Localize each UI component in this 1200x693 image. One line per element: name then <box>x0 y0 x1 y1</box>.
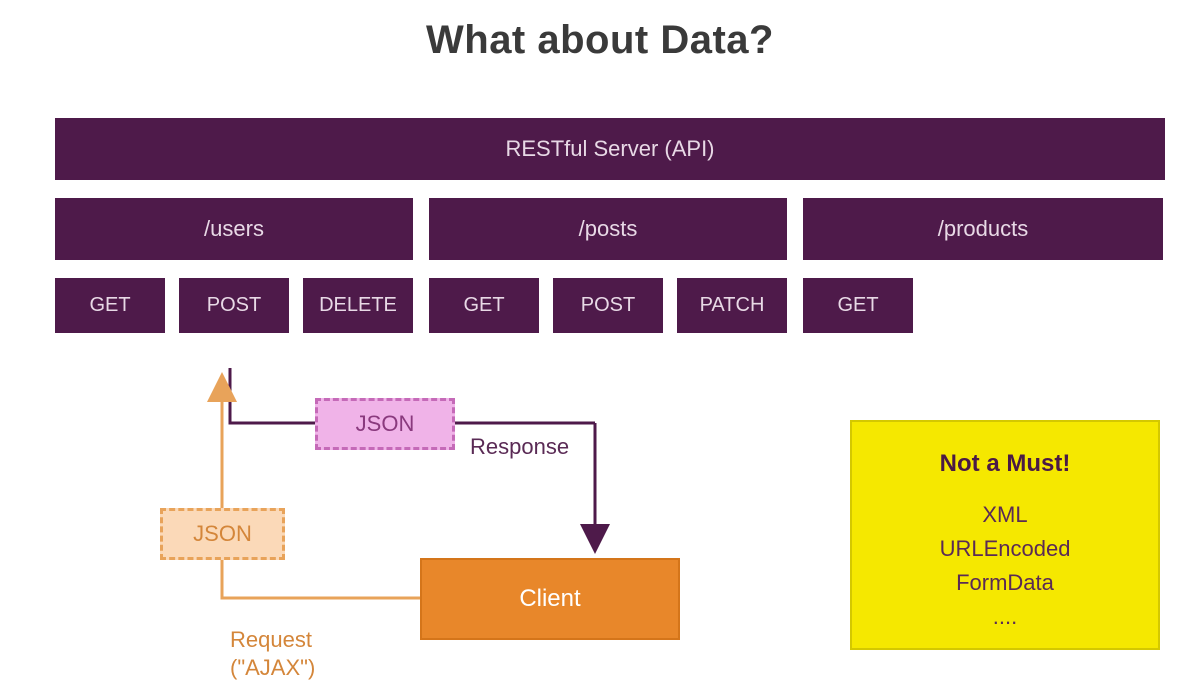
note-box: Not a Must! XML URLEncoded FormData .... <box>850 420 1160 650</box>
note-title: Not a Must! <box>882 450 1128 478</box>
route-users: /users <box>55 198 413 260</box>
note-list: XML URLEncoded FormData .... <box>882 498 1128 634</box>
route-posts: /posts <box>429 198 787 260</box>
method-users-delete: DELETE <box>303 278 413 333</box>
response-label: Response <box>470 434 569 460</box>
diagram-container: RESTful Server (API) /users /posts /prod… <box>55 118 1170 333</box>
note-item-xml: XML <box>882 498 1128 532</box>
response-format-box: JSON <box>315 398 455 450</box>
method-posts-post: POST <box>553 278 663 333</box>
request-format-box: JSON <box>160 508 285 560</box>
routes-row: /users /posts /products <box>55 198 1165 260</box>
request-label-line1: Request <box>230 627 312 652</box>
request-label-line2: ("AJAX") <box>230 655 315 680</box>
server-bar: RESTful Server (API) <box>55 118 1165 180</box>
methods-row: GET POST DELETE GET POST PATCH GET <box>55 278 1165 333</box>
note-item-formdata: FormData <box>882 566 1128 600</box>
method-group-users: GET POST DELETE <box>55 278 413 333</box>
method-group-products: GET <box>803 278 1163 333</box>
client-box: Client <box>420 558 680 640</box>
method-users-post: POST <box>179 278 289 333</box>
method-posts-patch: PATCH <box>677 278 787 333</box>
page-title: What about Data? <box>0 18 1200 63</box>
route-products: /products <box>803 198 1163 260</box>
method-group-posts: GET POST PATCH <box>429 278 787 333</box>
note-item-ellipsis: .... <box>882 600 1128 634</box>
request-label: Request ("AJAX") <box>230 626 315 681</box>
method-posts-get: GET <box>429 278 539 333</box>
method-users-get: GET <box>55 278 165 333</box>
note-item-urlencoded: URLEncoded <box>882 532 1128 566</box>
method-products-get: GET <box>803 278 913 333</box>
